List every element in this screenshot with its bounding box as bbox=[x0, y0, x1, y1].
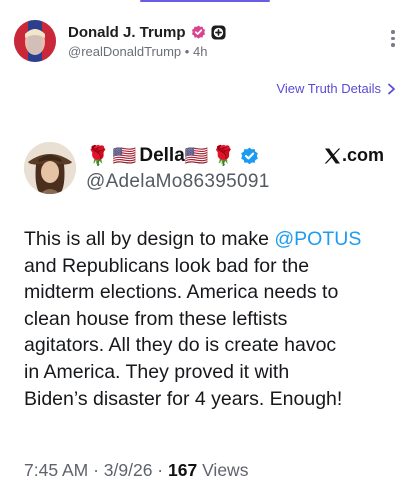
meta-separator: • bbox=[184, 44, 190, 59]
x-logo-icon bbox=[324, 148, 341, 163]
quoted-author-block: 🌹 🇺🇸 Della 🇺🇸 🌹 @AdelaMo86395091 bbox=[86, 144, 270, 193]
views-count: 167 bbox=[168, 460, 198, 480]
quoted-post-date: 3/9/26 bbox=[103, 460, 153, 480]
body-line-3: midterm elections. America needs to bbox=[24, 281, 339, 304]
author-meta: @realDonaldTrump • 4h bbox=[68, 44, 226, 59]
quoted-post-footer: 7:45 AM · 3/9/26 · 167 Views bbox=[24, 460, 249, 480]
quoted-post-header: 🌹 🇺🇸 Della 🇺🇸 🌹 @AdelaMo86395091 .com bbox=[24, 142, 394, 198]
quoted-post-body: This is all by design to make @POTUS and… bbox=[24, 226, 396, 412]
views-label: Views bbox=[202, 460, 249, 480]
view-truth-details-link[interactable]: View Truth Details bbox=[276, 81, 396, 96]
body-line-1-text: This is all by design to make bbox=[24, 228, 275, 250]
body-line-2: and Republicans look bad for the bbox=[24, 254, 310, 277]
body-line-5: agitators. All they do is create havoc bbox=[24, 334, 337, 357]
author-avatar[interactable] bbox=[14, 20, 56, 62]
platform-label: .com bbox=[324, 145, 384, 166]
quoted-author-avatar[interactable] bbox=[24, 142, 76, 194]
author-handle[interactable]: @realDonaldTrump bbox=[68, 44, 181, 59]
scroll-indicator bbox=[140, 0, 270, 2]
top-strip bbox=[0, 0, 416, 4]
quoted-handle[interactable]: @AdelaMo86395091 bbox=[86, 171, 270, 193]
kebab-menu-icon[interactable] bbox=[390, 30, 396, 50]
quoted-avatar-image bbox=[24, 142, 76, 194]
post-time: 4h bbox=[192, 44, 208, 59]
author-block: Donald J. Trump @realDonaldTrump • 4h bbox=[68, 23, 226, 59]
platform-domain: .com bbox=[341, 145, 384, 165]
blue-verified-icon bbox=[241, 147, 258, 164]
view-truth-details-label: View Truth Details bbox=[276, 81, 381, 96]
body-line-6: in America. They proved it with bbox=[24, 360, 290, 383]
verified-check-icon bbox=[191, 24, 205, 39]
us-flag-emoji: 🇺🇸 bbox=[112, 146, 137, 167]
body-line-1: This is all by design to make @POTUS bbox=[24, 226, 396, 253]
potus-mention-link[interactable]: @POTUS bbox=[274, 228, 361, 250]
chevron-right-icon bbox=[388, 83, 395, 94]
us-flag-emoji-2: 🇺🇸 bbox=[184, 146, 209, 167]
body-line-7: Biden’s disaster for 4 years. Enough! bbox=[24, 387, 343, 410]
body-line-4: clean house from these leftists bbox=[24, 307, 288, 330]
plus-badge-icon bbox=[210, 24, 226, 40]
quoted-display-name: Della bbox=[139, 145, 185, 166]
author-name[interactable]: Donald J. Trump bbox=[68, 24, 186, 41]
post-header: Donald J. Trump @realDonaldTrump • 4h bbox=[14, 20, 404, 64]
quoted-post-time: 7:45 AM bbox=[24, 460, 89, 480]
avatar-image bbox=[14, 20, 56, 62]
rose-emoji: 🌹 bbox=[86, 146, 110, 167]
quoted-display-name-row[interactable]: 🌹 🇺🇸 Della 🇺🇸 🌹 bbox=[86, 144, 270, 168]
rose-emoji-2: 🌹 bbox=[211, 146, 236, 167]
